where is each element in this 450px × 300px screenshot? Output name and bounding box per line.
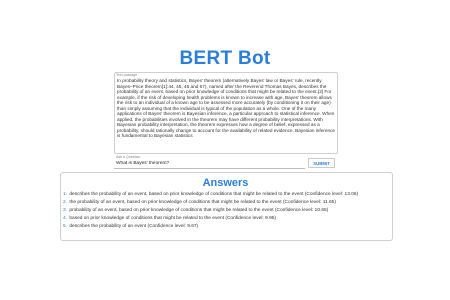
answer-number: 1. [63,192,68,197]
answer-number: 4. [63,216,68,221]
answer-item: 1. describes the probability of an event… [63,191,389,199]
answer-text: based on prior knowledge of conditions t… [69,216,277,221]
submit-button[interactable]: SUBMIT [308,158,335,168]
answer-item: 2. the probability of an event, based on… [63,199,389,207]
answer-item: 3. probability of an event, based on pri… [63,207,389,215]
passage-label: Text passage [116,72,138,77]
question-input[interactable] [116,160,302,167]
answer-text: the probability of an event, based on pr… [69,200,336,205]
passage-text[interactable]: In probability theory and statistics, Ba… [117,78,335,151]
answers-list: 1. describes the probability of an event… [63,191,389,231]
answer-number: 3. [63,208,68,213]
answer-text: describes the probability of an event (C… [69,224,199,229]
answer-number: 2. [63,200,68,205]
answer-text: probability of an event, based on prior … [69,208,329,213]
answer-number: 5. [63,224,68,229]
answer-item: 5. describes the probability of an event… [63,223,389,231]
answers-title: Answers [202,177,249,189]
answer-item: 4. based on prior knowledge of condition… [63,215,389,223]
question-label: Ask a Question [116,155,141,159]
answer-text: describes the probability of an event, b… [69,192,359,197]
app-title: BERT Bot [179,48,271,69]
